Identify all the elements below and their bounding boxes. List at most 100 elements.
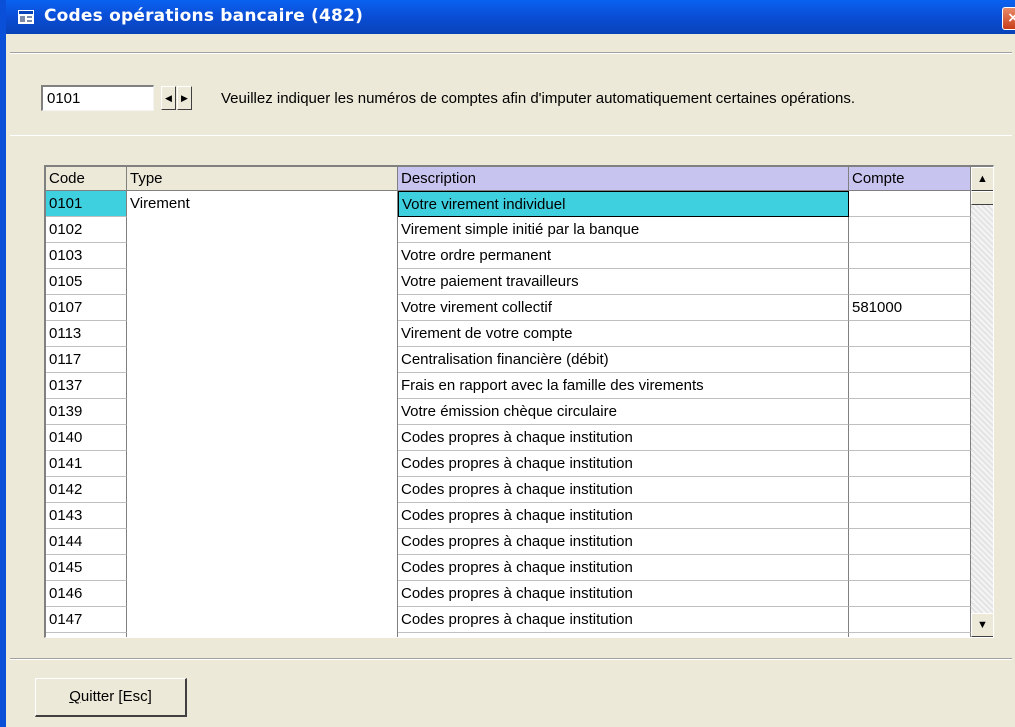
cell-type[interactable] — [127, 425, 398, 451]
table-row[interactable]: 0144 Codes propres à chaque institution — [46, 529, 971, 555]
cell-compte[interactable]: 581000 — [849, 295, 971, 321]
cell-code[interactable]: 0105 — [46, 269, 127, 295]
table-row[interactable]: 0113 Virement de votre compte — [46, 321, 971, 347]
cell-code[interactable]: 0113 — [46, 321, 127, 347]
cell-compte[interactable] — [849, 555, 971, 581]
quit-button[interactable]: Quitter [Esc] — [35, 678, 187, 717]
cell-type[interactable] — [127, 347, 398, 373]
cell-compte[interactable] — [849, 399, 971, 425]
cell-type[interactable] — [127, 295, 398, 321]
cell-code[interactable]: 0107 — [46, 295, 127, 321]
column-header-type[interactable]: Type — [127, 167, 398, 191]
table-row[interactable]: 0139 Votre émission chèque circulaire — [46, 399, 971, 425]
cell-description[interactable]: Codes propres à chaque institution — [398, 477, 849, 503]
cell-type[interactable]: Virement — [127, 191, 398, 217]
table-row[interactable]: 0140 Codes propres à chaque institution — [46, 425, 971, 451]
table-row[interactable]: 0146 Codes propres à chaque institution — [46, 581, 971, 607]
table-row[interactable]: 0103 Votre ordre permanent — [46, 243, 971, 269]
table-row[interactable]: 0148 Codes propres à chaque institution — [46, 633, 971, 637]
table-row[interactable]: 0101 Virement Votre virement individuel — [46, 191, 971, 217]
table-row[interactable]: 0143 Codes propres à chaque institution — [46, 503, 971, 529]
table-row[interactable]: 0102 Virement simple initié par la banque — [46, 217, 971, 243]
cell-code[interactable]: 0142 — [46, 477, 127, 503]
close-button[interactable]: × — [1002, 7, 1015, 30]
cell-compte[interactable] — [849, 425, 971, 451]
cell-code[interactable]: 0101 — [46, 191, 127, 217]
cell-type[interactable] — [127, 399, 398, 425]
table-row[interactable]: 0105 Votre paiement travailleurs — [46, 269, 971, 295]
cell-compte[interactable] — [849, 347, 971, 373]
scroll-thumb[interactable] — [971, 191, 993, 205]
cell-code[interactable]: 0146 — [46, 581, 127, 607]
cell-type[interactable] — [127, 373, 398, 399]
cell-description[interactable]: Votre ordre permanent — [398, 243, 849, 269]
cell-description[interactable]: Codes propres à chaque institution — [398, 503, 849, 529]
cell-type[interactable] — [127, 607, 398, 633]
cell-description[interactable]: Votre émission chèque circulaire — [398, 399, 849, 425]
cell-compte[interactable] — [849, 581, 971, 607]
column-header-description[interactable]: Description — [398, 167, 849, 191]
cell-compte[interactable] — [849, 321, 971, 347]
cell-description[interactable]: Codes propres à chaque institution — [398, 607, 849, 633]
cell-code[interactable]: 0144 — [46, 529, 127, 555]
cell-description[interactable]: Centralisation financière (débit) — [398, 347, 849, 373]
cell-description[interactable]: Codes propres à chaque institution — [398, 451, 849, 477]
cell-type[interactable] — [127, 243, 398, 269]
prev-code-button[interactable]: ◀ — [161, 86, 176, 110]
cell-type[interactable] — [127, 217, 398, 243]
scroll-down-button[interactable]: ▼ — [971, 613, 993, 637]
table-row[interactable]: 0137 Frais en rapport avec la famille des… — [46, 373, 971, 399]
cell-description[interactable]: Codes propres à chaque institution — [398, 425, 849, 451]
cell-code[interactable]: 0145 — [46, 555, 127, 581]
table-row[interactable]: 0145 Codes propres à chaque institution — [46, 555, 971, 581]
cell-type[interactable] — [127, 321, 398, 347]
table-row[interactable]: 0141 Codes propres à chaque institution — [46, 451, 971, 477]
cell-type[interactable] — [127, 269, 398, 295]
cell-type[interactable] — [127, 477, 398, 503]
table-row[interactable]: 0107 Votre virement collectif 581000 — [46, 295, 971, 321]
cell-type[interactable] — [127, 555, 398, 581]
cell-code[interactable]: 0139 — [46, 399, 127, 425]
code-input[interactable]: 0101 — [41, 85, 154, 111]
table-row[interactable]: 0142 Codes propres à chaque institution — [46, 477, 971, 503]
cell-type[interactable] — [127, 529, 398, 555]
cell-description[interactable]: Codes propres à chaque institution — [398, 555, 849, 581]
cell-compte[interactable] — [849, 529, 971, 555]
cell-code[interactable]: 0137 — [46, 373, 127, 399]
cell-code[interactable]: 0148 — [46, 633, 127, 637]
cell-compte[interactable] — [849, 373, 971, 399]
cell-type[interactable] — [127, 503, 398, 529]
cell-code[interactable]: 0140 — [46, 425, 127, 451]
cell-description[interactable]: Votre paiement travailleurs — [398, 269, 849, 295]
scroll-up-button[interactable]: ▲ — [971, 167, 993, 191]
cell-description[interactable]: Codes propres à chaque institution — [398, 581, 849, 607]
operations-grid[interactable]: Code Type Description Compte 0101 Viremen… — [44, 165, 994, 638]
cell-code[interactable]: 0103 — [46, 243, 127, 269]
cell-compte[interactable] — [849, 243, 971, 269]
cell-compte[interactable] — [849, 269, 971, 295]
cell-description[interactable]: Virement de votre compte — [398, 321, 849, 347]
cell-compte[interactable] — [849, 633, 971, 637]
cell-compte[interactable] — [849, 477, 971, 503]
cell-code[interactable]: 0147 — [46, 607, 127, 633]
column-header-compte[interactable]: Compte — [849, 167, 971, 191]
cell-code[interactable]: 0141 — [46, 451, 127, 477]
cell-compte[interactable] — [849, 217, 971, 243]
cell-description[interactable]: Codes propres à chaque institution — [398, 529, 849, 555]
cell-code[interactable]: 0102 — [46, 217, 127, 243]
table-row[interactable]: 0147 Codes propres à chaque institution — [46, 607, 971, 633]
table-row[interactable]: 0117 Centralisation financière (débit) — [46, 347, 971, 373]
cell-description[interactable]: Virement simple initié par la banque — [398, 217, 849, 243]
cell-type[interactable] — [127, 451, 398, 477]
cell-compte[interactable] — [849, 451, 971, 477]
cell-compte[interactable] — [849, 607, 971, 633]
cell-description[interactable]: Votre virement collectif — [398, 295, 849, 321]
vertical-scrollbar[interactable]: ▲ ▼ — [971, 167, 993, 637]
cell-type[interactable] — [127, 633, 398, 637]
cell-code[interactable]: 0143 — [46, 503, 127, 529]
cell-description[interactable]: Codes propres à chaque institution — [398, 633, 849, 637]
cell-type[interactable] — [127, 581, 398, 607]
next-code-button[interactable]: ▶ — [177, 86, 192, 110]
cell-code[interactable]: 0117 — [46, 347, 127, 373]
cell-description[interactable]: Frais en rapport avec la famille des vir… — [398, 373, 849, 399]
